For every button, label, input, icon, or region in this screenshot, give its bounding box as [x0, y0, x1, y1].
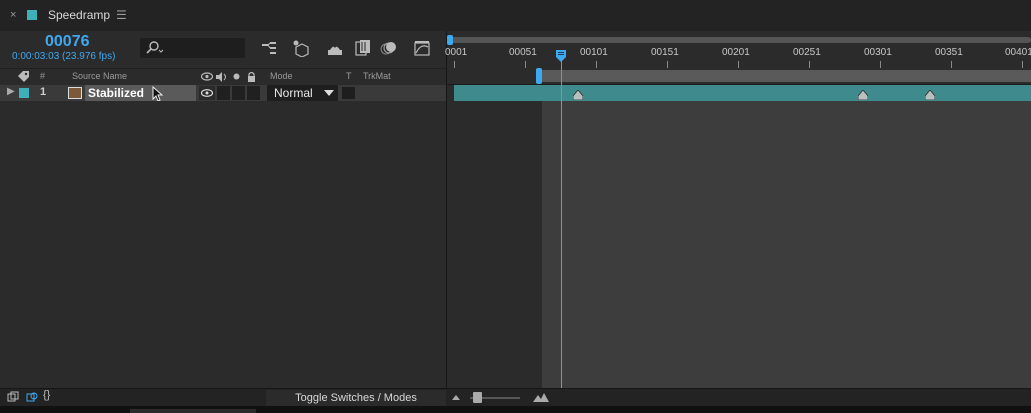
time-remap-keyframe-icon[interactable]: [858, 90, 868, 100]
time-remap-keyframe-icon[interactable]: [573, 90, 583, 100]
time-navigator-bar[interactable]: [450, 37, 1031, 43]
graph-editor-icon[interactable]: [413, 39, 431, 57]
ruler-tick: [667, 61, 668, 68]
close-tab-button[interactable]: ×: [10, 9, 16, 21]
frame-blending-icon[interactable]: [354, 39, 372, 57]
search-icon: [146, 41, 164, 54]
out-of-work-area-region: [447, 85, 542, 388]
work-area-start-handle[interactable]: [536, 68, 542, 84]
blend-mode-value: Normal: [274, 86, 313, 100]
time-navigator-start-handle[interactable]: [447, 35, 453, 45]
timeline-panel: × Speedramp ☰ 00076 0:00:03:03 (23.976 f…: [0, 0, 1031, 413]
current-time-indicator-icon[interactable]: [555, 50, 567, 62]
label-tag-icon[interactable]: [17, 71, 30, 82]
layer-track-area[interactable]: [447, 85, 1031, 388]
ruler-tick-label: 00201: [722, 47, 750, 58]
layer-lock-toggle[interactable]: [247, 86, 260, 100]
layer-label-color[interactable]: [19, 88, 29, 98]
audio-icon[interactable]: [216, 72, 227, 82]
ruler-tick: [525, 61, 526, 68]
ruler-tick: [738, 61, 739, 68]
time-ruler[interactable]: 0001 00051 00101 00151 00201 00251 00301…: [445, 31, 1031, 68]
status-strip: [0, 406, 1031, 413]
status-strip-segment: [130, 409, 256, 413]
ruler-tick-label: 00351: [935, 47, 963, 58]
comp-flowchart-icon[interactable]: [260, 39, 278, 57]
blend-mode-dropdown[interactable]: Normal: [267, 85, 338, 101]
layer-list-empty-area: [0, 101, 446, 388]
ruler-tick-label: 00301: [864, 47, 892, 58]
comp-label-swatch: [27, 10, 37, 20]
motion-blur-icon[interactable]: [380, 39, 398, 57]
toggle-switches-modes-button[interactable]: Toggle Switches / Modes: [266, 390, 446, 406]
current-time-indicator-line[interactable]: [561, 52, 562, 388]
video-visibility-icon[interactable]: [201, 72, 213, 81]
twirl-expand-icon[interactable]: ▶: [7, 86, 15, 97]
ruler-tick: [454, 61, 455, 68]
zoom-in-icon[interactable]: [533, 393, 549, 402]
column-trkmat[interactable]: TrkMat: [363, 71, 391, 81]
zoom-out-icon[interactable]: [452, 395, 460, 400]
column-number[interactable]: #: [40, 71, 45, 81]
column-mode[interactable]: Mode: [270, 71, 293, 81]
ruler-tick-label: 00151: [651, 47, 679, 58]
ruler-tick-label: 0001: [445, 47, 468, 58]
layer-solo-toggle[interactable]: [232, 86, 245, 100]
layer-name[interactable]: Stabilized: [85, 85, 196, 101]
column-source-name[interactable]: Source Name: [72, 71, 127, 81]
layer-switches-pane-icon[interactable]: [7, 391, 19, 403]
column-track-matte-t[interactable]: T: [346, 71, 352, 81]
current-frame-display[interactable]: 00076: [45, 33, 90, 51]
ruler-tick: [809, 61, 810, 68]
transfer-controls-pane-icon[interactable]: [26, 391, 38, 403]
expression-pane-icon[interactable]: {}: [43, 389, 50, 401]
layer-duration-bar[interactable]: [454, 85, 1031, 101]
shy-layers-icon[interactable]: [326, 39, 344, 57]
ruler-tick: [951, 61, 952, 68]
ruler-tick-label: 00101: [580, 47, 608, 58]
draft-3d-icon[interactable]: [292, 39, 310, 57]
layer-visibility-toggle[interactable]: [199, 86, 215, 100]
layer-row[interactable]: ▶ 1 Stabilized Normal: [0, 85, 446, 102]
ruler-tick: [596, 61, 597, 68]
work-area-bar-region: [447, 68, 1031, 84]
dropdown-arrow-icon: [324, 90, 334, 96]
timeline-header: 00076 0:00:03:03 (23.976 fps): [0, 31, 446, 68]
work-area-region: [542, 101, 1031, 388]
ruler-tick-label: 00051: [509, 47, 537, 58]
solo-icon[interactable]: [233, 73, 240, 80]
time-remap-keyframe-icon[interactable]: [925, 90, 935, 100]
comp-tab-title[interactable]: Speedramp: [48, 8, 110, 22]
timecode-display: 0:00:03:03 (23.976 fps): [12, 51, 116, 62]
layer-column-header: # Source Name Mode T TrkMat: [0, 68, 446, 85]
ruler-tick: [880, 61, 881, 68]
eye-icon: [201, 89, 213, 97]
footage-icon: [68, 87, 82, 99]
panel-menu-icon[interactable]: ☰: [116, 8, 127, 22]
ruler-tick-label: 00251: [793, 47, 821, 58]
layer-search-input[interactable]: [140, 38, 245, 58]
lock-icon[interactable]: [247, 71, 256, 82]
work-area-bar[interactable]: [537, 70, 1031, 82]
ruler-tick-label: 00401: [1005, 47, 1031, 58]
layer-number: 1: [40, 86, 47, 98]
timeline-bottom-bar: {} Toggle Switches / Modes: [0, 388, 1031, 406]
layer-audio-toggle[interactable]: [217, 86, 230, 100]
zoom-slider-thumb[interactable]: [473, 392, 482, 403]
preserve-transparency-toggle[interactable]: [342, 87, 355, 99]
mouse-cursor-icon: [152, 86, 164, 102]
ruler-tick: [1022, 61, 1023, 68]
panel-tab-bar: × Speedramp ☰: [0, 0, 1031, 31]
